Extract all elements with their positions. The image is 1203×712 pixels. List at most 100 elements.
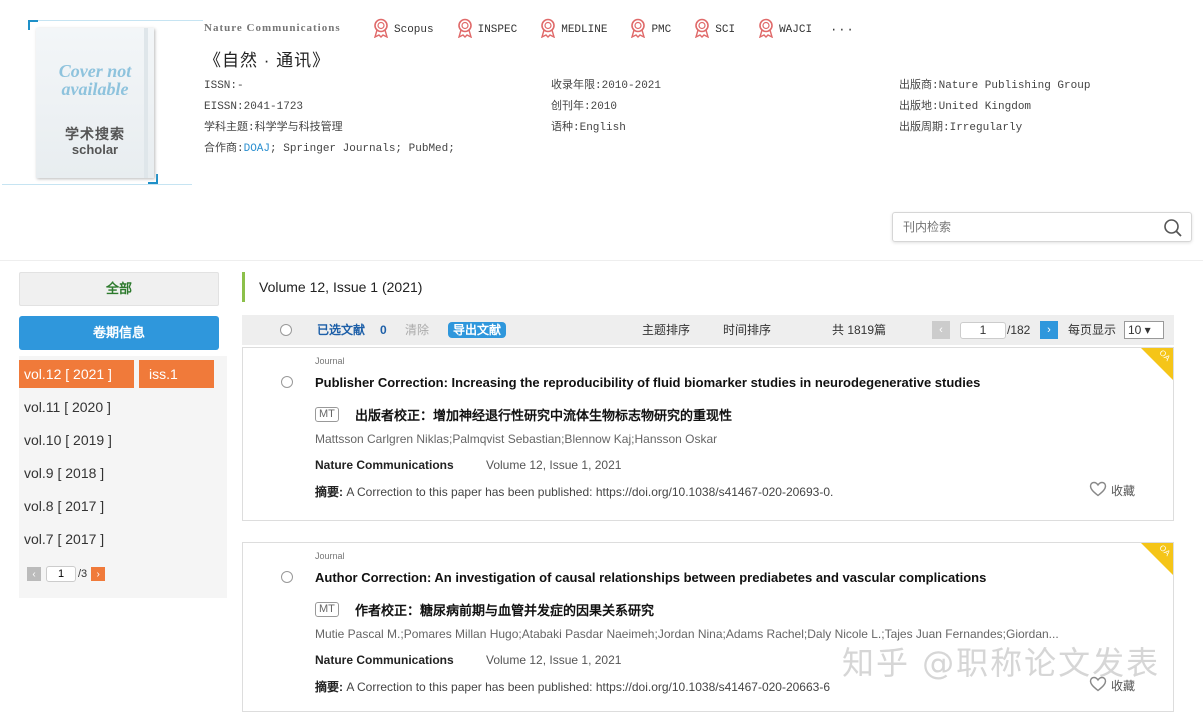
index-list: Scopus INSPEC MEDLINE PMC SCI WAJCI ··· — [372, 18, 855, 42]
volume-item[interactable]: vol.9 [ 2018 ] — [19, 459, 134, 487]
meta-founded: 创刊年:2010 — [551, 101, 618, 113]
article-title-cn[interactable]: 作者校正：糖尿病前期与血管并发症的因果关系研究 — [355, 600, 654, 619]
index-badge[interactable]: Scopus — [372, 18, 434, 42]
article-volume: Volume 12, Issue 1, 2021 — [486, 458, 622, 472]
article-type: Journal — [315, 551, 345, 561]
article-volume: Volume 12, Issue 1, 2021 — [486, 653, 622, 667]
volume-list-panel: vol.12 [ 2021 ] vol.11 [ 2020 ] vol.10 [ 2… — [19, 356, 227, 598]
per-page-select[interactable]: 10 ▾ — [1124, 321, 1164, 339]
select-all-radio[interactable] — [280, 324, 292, 336]
partner-doaj-link[interactable]: DOAJ — [244, 143, 270, 155]
article-authors: Mattsson Carlgren Niklas;Palmqvist Sebas… — [315, 432, 718, 446]
sidebar-page-input[interactable] — [46, 566, 76, 582]
meta-col-1: ISSN:- EISSN:2041-1723 学科主题:科学学与科技管理 合作商… — [204, 76, 455, 160]
journal-cover: Cover not available 学术搜索 scholar — [2, 18, 203, 190]
award-ribbon-icon — [372, 18, 394, 42]
index-badge[interactable]: WAJCI — [757, 18, 812, 42]
meta-partners: 合作商:DOAJ; Springer Journals; PubMed; — [204, 139, 455, 160]
abstract-text: A Correction to this paper has been publ… — [343, 485, 834, 499]
scholar-logo: 学术搜索 scholar — [36, 124, 154, 157]
search-input[interactable] — [893, 213, 1148, 241]
meta-eissn: EISSN:2041-1723 — [204, 101, 304, 113]
index-label: Scopus — [394, 24, 434, 36]
heart-icon — [1089, 481, 1111, 500]
meta-publisher: 出版商:Nature Publishing Group — [899, 80, 1091, 92]
meta-subject: 学科主题:科学学与科技管理 — [204, 122, 343, 134]
selected-label[interactable]: 已选文献 — [317, 315, 365, 345]
article-card: OA Journal Publisher Correction: Increasin… — [242, 347, 1174, 521]
meta-language: 语种:English — [551, 122, 626, 134]
index-badge[interactable]: SCI — [693, 18, 735, 42]
partner-rest: ; Springer Journals; PubMed; — [270, 143, 455, 155]
article-title[interactable]: Author Correction: An investigation of c… — [315, 570, 986, 585]
journal-name-en: Nature Communications — [204, 22, 341, 34]
logo-en: scholar — [71, 142, 119, 157]
cover-image: Cover not available 学术搜索 scholar — [36, 28, 154, 178]
article-abstract: 摘要: A Correction to this paper has been … — [315, 678, 830, 695]
sort-time-button[interactable]: 时间排序 — [723, 315, 771, 345]
sidebar-page-total: /3 — [78, 568, 88, 580]
index-badge[interactable]: INSPEC — [456, 18, 518, 42]
meta-years: 收录年限:2010-2021 — [551, 80, 662, 92]
favorite-label: 收藏 — [1111, 484, 1136, 498]
meta-col-2: 收录年限:2010-2021 创刊年:2010 语种:English — [551, 76, 661, 139]
index-badge[interactable]: MEDLINE — [539, 18, 607, 42]
machine-translation-tag: MT — [315, 602, 339, 617]
selected-count: 0 — [380, 323, 387, 337]
logo-cn: 学术搜索 — [65, 126, 125, 142]
volume-item[interactable]: vol.10 [ 2019 ] — [19, 426, 134, 454]
article-select-radio[interactable] — [281, 376, 293, 388]
award-ribbon-icon — [693, 18, 715, 42]
volume-title: Volume 12, Issue 1 (2021) — [242, 272, 422, 302]
meta-col-3: 出版商:Nature Publishing Group 出版地:United K… — [899, 76, 1090, 139]
export-button[interactable]: 导出文献 — [448, 322, 507, 338]
more-indexes-button[interactable]: ··· — [830, 23, 855, 37]
award-ribbon-icon — [456, 18, 478, 42]
award-ribbon-icon — [629, 18, 651, 42]
search-icon[interactable] — [1163, 218, 1183, 243]
index-label: WAJCI — [779, 24, 813, 36]
article-card: OA Journal Author Correction: An investiga… — [242, 542, 1174, 712]
in-journal-search — [892, 212, 1192, 242]
volume-info-button[interactable]: 卷期信息 — [19, 316, 219, 350]
award-ribbon-icon — [539, 18, 561, 42]
article-type: Journal — [315, 356, 345, 366]
article-journal[interactable]: Nature Communications — [315, 458, 454, 472]
total-count: 共 1819篇 — [832, 323, 887, 337]
volume-item[interactable]: vol.11 [ 2020 ] — [19, 393, 134, 421]
award-ribbon-icon — [757, 18, 779, 42]
sidebar-pager: ‹ /3 › — [27, 566, 106, 582]
article-title[interactable]: Publisher Correction: Increasing the rep… — [315, 375, 980, 390]
issue-item[interactable]: iss.1 — [139, 360, 214, 388]
journal-name-cn: 《自然 · 通讯》 — [204, 51, 331, 70]
index-label: MEDLINE — [561, 24, 608, 36]
clear-button[interactable]: 清除 — [405, 315, 429, 345]
prev-page-button[interactable]: ‹ — [27, 567, 41, 581]
article-journal[interactable]: Nature Communications — [315, 653, 454, 667]
favorite-button[interactable]: 收藏 — [1089, 481, 1135, 500]
index-badge[interactable]: PMC — [629, 18, 671, 42]
cover-text-line: available — [61, 79, 129, 99]
article-select-radio[interactable] — [281, 571, 293, 583]
article-abstract: 摘要: A Correction to this paper has been … — [315, 483, 833, 500]
volume-item[interactable]: vol.7 [ 2017 ] — [19, 525, 134, 553]
watermark: 知乎 @职称论文发表 — [842, 644, 1161, 682]
per-page-label: 每页显示 — [1068, 323, 1117, 337]
volume-item[interactable]: vol.8 [ 2017 ] — [19, 492, 134, 520]
prev-page-button[interactable]: ‹ — [932, 321, 950, 339]
sort-topic-button[interactable]: 主题排序 — [642, 315, 690, 345]
next-page-button[interactable]: › — [1040, 321, 1058, 339]
volume-item[interactable]: vol.12 [ 2021 ] — [19, 360, 134, 388]
abstract-label: 摘要: — [315, 485, 343, 499]
page-total: /182 — [1007, 323, 1031, 337]
index-label: SCI — [715, 24, 736, 36]
next-page-button[interactable]: › — [91, 567, 106, 581]
all-button[interactable]: 全部 — [19, 272, 219, 306]
abstract-label: 摘要: — [315, 680, 343, 694]
page-input[interactable]: 1 — [960, 322, 1006, 339]
index-label: INSPEC — [477, 24, 518, 36]
cover-divider — [2, 184, 192, 185]
article-title-cn[interactable]: 出版者校正：增加神经退行性研究中流体生物标志物研究的重现性 — [355, 405, 732, 424]
meta-issn: ISSN:- — [204, 80, 244, 92]
section-divider — [0, 260, 1203, 261]
